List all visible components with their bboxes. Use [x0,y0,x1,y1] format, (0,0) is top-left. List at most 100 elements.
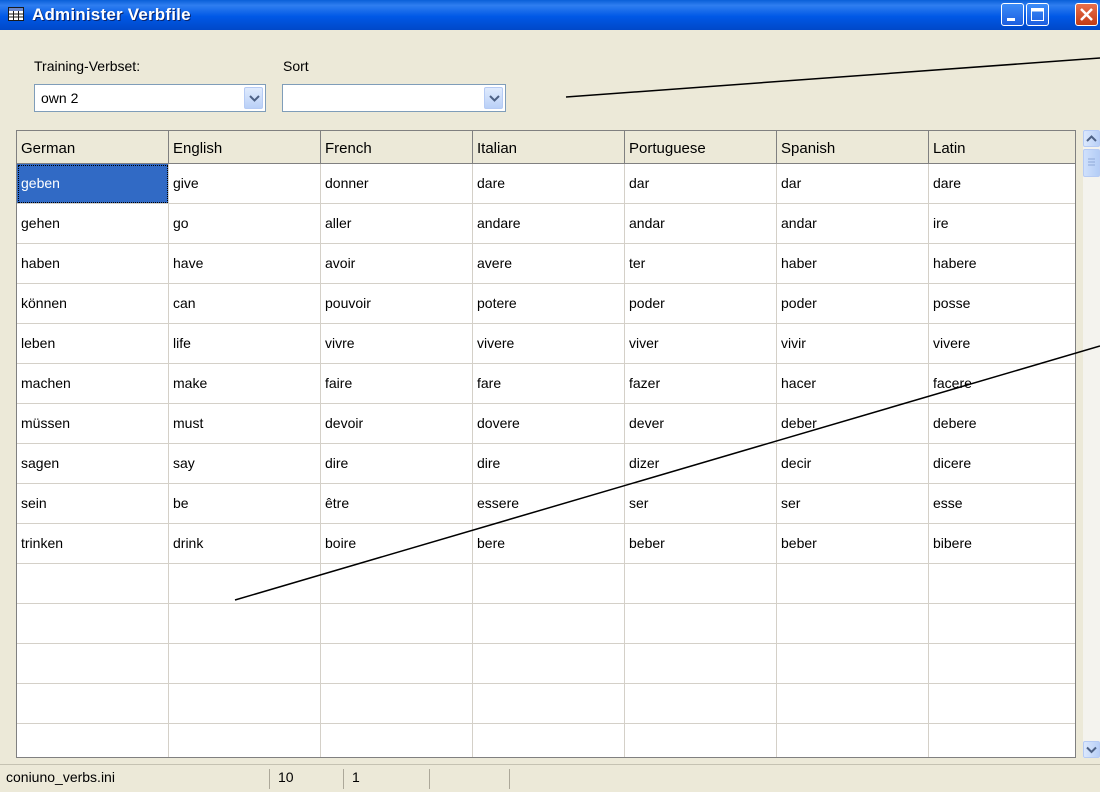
grid-cell[interactable]: be [169,484,321,524]
grid-cell[interactable] [321,564,473,604]
sort-dropdown-arrow[interactable] [484,87,503,109]
grid-cell[interactable]: andar [625,204,777,244]
grid-cell[interactable] [321,724,473,757]
scroll-up-button[interactable] [1083,130,1100,147]
grid-cell[interactable]: vivere [929,324,1075,364]
grid-cell[interactable]: pouvoir [321,284,473,324]
grid-cell[interactable]: dire [321,444,473,484]
grid-cell[interactable] [169,604,321,644]
grid-cell[interactable] [777,564,929,604]
grid-cell[interactable] [473,684,625,724]
grid-cell[interactable]: potere [473,284,625,324]
grid-cell[interactable] [169,684,321,724]
grid-cell[interactable]: poder [625,284,777,324]
grid-cell[interactable]: drink [169,524,321,564]
grid-cell[interactable]: vivere [473,324,625,364]
grid-cell[interactable]: fare [473,364,625,404]
grid-cell[interactable] [929,684,1075,724]
column-header[interactable]: Italian [473,131,625,164]
grid-cell[interactable]: debere [929,404,1075,444]
grid-cell[interactable] [321,604,473,644]
close-button[interactable] [1075,3,1098,26]
grid-cell[interactable]: haber [777,244,929,284]
grid-cell[interactable]: haben [17,244,169,284]
grid-cell[interactable]: can [169,284,321,324]
scroll-down-button[interactable] [1083,741,1100,758]
grid-cell[interactable] [473,724,625,757]
grid-cell[interactable]: poder [777,284,929,324]
grid-cell[interactable]: habere [929,244,1075,284]
grid-cell[interactable]: être [321,484,473,524]
grid-cell[interactable]: donner [321,164,473,204]
grid-cell[interactable]: aller [321,204,473,244]
grid-cell[interactable] [473,564,625,604]
grid-cell[interactable] [625,604,777,644]
grid-cell[interactable]: müssen [17,404,169,444]
grid-cell[interactable]: have [169,244,321,284]
grid-cell[interactable] [929,564,1075,604]
grid-cell[interactable]: ire [929,204,1075,244]
grid-cell[interactable]: hacer [777,364,929,404]
column-header[interactable]: Latin [929,131,1075,164]
grid-cell[interactable] [17,564,169,604]
grid-cell[interactable]: essere [473,484,625,524]
grid-cell[interactable]: devoir [321,404,473,444]
grid-cell[interactable] [169,564,321,604]
grid-cell[interactable]: esse [929,484,1075,524]
column-header[interactable]: French [321,131,473,164]
grid-cell[interactable] [929,724,1075,757]
grid-cell[interactable]: dire [473,444,625,484]
grid-cell[interactable]: decir [777,444,929,484]
scroll-thumb[interactable] [1083,149,1100,177]
grid-cell[interactable] [473,604,625,644]
grid-cell[interactable]: dar [777,164,929,204]
grid-cell[interactable]: trinken [17,524,169,564]
grid-cell[interactable]: viver [625,324,777,364]
grid-cell[interactable]: avoir [321,244,473,284]
grid-cell[interactable] [17,604,169,644]
grid-cell[interactable] [625,564,777,604]
grid-cell[interactable]: boire [321,524,473,564]
grid-cell[interactable]: sagen [17,444,169,484]
grid-cell[interactable] [777,604,929,644]
grid-cell[interactable]: bere [473,524,625,564]
grid-cell[interactable] [929,604,1075,644]
grid-cell[interactable]: beber [625,524,777,564]
grid-cell[interactable]: vivir [777,324,929,364]
grid-cell[interactable]: dever [625,404,777,444]
grid-cell[interactable]: dare [473,164,625,204]
grid-cell[interactable]: faire [321,364,473,404]
grid-cell[interactable]: say [169,444,321,484]
grid-cell[interactable]: vivre [321,324,473,364]
grid-cell[interactable]: gehen [17,204,169,244]
grid-cell[interactable] [17,724,169,757]
grid-cell[interactable]: andare [473,204,625,244]
grid-cell[interactable] [17,644,169,684]
grid-cell[interactable]: können [17,284,169,324]
grid-cell[interactable]: dicere [929,444,1075,484]
grid-cell[interactable]: ser [625,484,777,524]
grid-cell[interactable]: deber [777,404,929,444]
vertical-scrollbar[interactable] [1083,130,1100,758]
grid-cell[interactable]: dare [929,164,1075,204]
grid-cell[interactable] [321,684,473,724]
grid-cell[interactable]: leben [17,324,169,364]
column-header[interactable]: Spanish [777,131,929,164]
grid-cell[interactable]: life [169,324,321,364]
grid-cell[interactable] [777,724,929,757]
grid-cell[interactable] [321,644,473,684]
grid-cell[interactable]: geben [17,164,169,204]
grid-cell[interactable]: dizer [625,444,777,484]
grid-cell[interactable]: ser [777,484,929,524]
column-header[interactable]: Portuguese [625,131,777,164]
grid-cell[interactable] [625,724,777,757]
grid-cell[interactable] [929,644,1075,684]
grid-cell[interactable]: give [169,164,321,204]
column-header[interactable]: German [17,131,169,164]
grid-cell[interactable]: fazer [625,364,777,404]
grid-cell[interactable]: make [169,364,321,404]
grid-cell[interactable]: posse [929,284,1075,324]
grid-cell[interactable]: ter [625,244,777,284]
grid-cell[interactable] [777,684,929,724]
grid-cell[interactable]: dovere [473,404,625,444]
